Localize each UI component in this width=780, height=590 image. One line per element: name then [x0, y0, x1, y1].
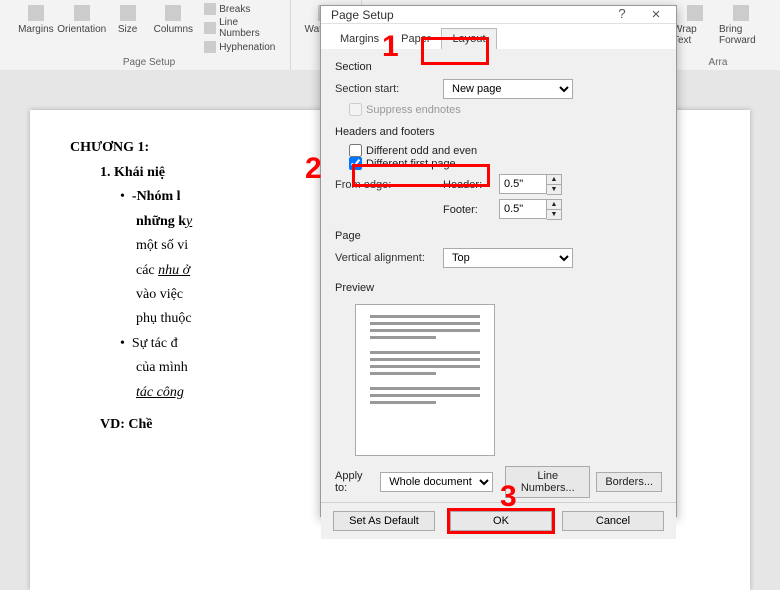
- close-icon[interactable]: ×: [642, 6, 670, 23]
- header-spinbox[interactable]: ▲▼: [499, 174, 562, 195]
- different-odd-even-checkbox[interactable]: [349, 144, 362, 157]
- size-icon: [120, 5, 136, 21]
- chevron-down-icon[interactable]: ▼: [547, 185, 561, 194]
- from-edge-label: From edge:: [335, 179, 435, 191]
- dialog-titlebar[interactable]: Page Setup ? ×: [321, 6, 676, 24]
- ribbon-group-arrange: Wrap Text Bring Forward Arra: [664, 0, 772, 72]
- headers-footers-heading: Headers and footers: [335, 126, 662, 138]
- apply-to-select[interactable]: Whole document: [380, 472, 493, 492]
- chevron-up-icon[interactable]: ▲: [547, 200, 561, 210]
- different-first-page-checkbox[interactable]: [349, 157, 362, 170]
- dialog-tabs: Margins Paper Layout: [321, 24, 676, 49]
- page-heading: Page: [335, 230, 662, 242]
- hyphenation-icon: [204, 41, 216, 53]
- footer-spinbox[interactable]: ▲▼: [499, 199, 562, 220]
- ribbon-group-label: Arra: [709, 57, 728, 68]
- columns-icon: [165, 5, 181, 21]
- help-icon[interactable]: ?: [608, 6, 636, 23]
- different-odd-even-label: Different odd and even: [366, 145, 477, 157]
- section-start-label: Section start:: [335, 83, 435, 95]
- orientation-button[interactable]: Orientation: [60, 2, 104, 54]
- breaks-icon: [204, 3, 216, 15]
- dialog-title: Page Setup: [331, 8, 394, 22]
- bring-forward-icon: [733, 5, 749, 21]
- page-setup-dialog: Page Setup ? × Margins Paper Layout Sect…: [320, 5, 677, 517]
- apply-to-label: Apply to:: [335, 470, 374, 494]
- preview-box: [355, 304, 495, 456]
- ok-button[interactable]: OK: [450, 511, 552, 531]
- size-button[interactable]: Size: [106, 2, 150, 54]
- section-start-select[interactable]: New page: [443, 79, 573, 99]
- suppress-endnotes-label: Suppress endnotes: [366, 104, 461, 116]
- line-numbers-menu[interactable]: Line Numbers: [201, 16, 284, 40]
- header-input[interactable]: [499, 174, 547, 194]
- breaks-menu[interactable]: Breaks: [201, 2, 284, 16]
- line-numbers-icon: [204, 22, 216, 34]
- section-heading: Section: [335, 61, 662, 73]
- header-label: Header:: [443, 179, 491, 191]
- hyphenation-menu[interactable]: Hyphenation: [201, 40, 284, 54]
- borders-button[interactable]: Borders...: [596, 472, 662, 492]
- ribbon-group-label: Page Setup: [123, 57, 175, 68]
- line-numbers-button[interactable]: Line Numbers...: [505, 466, 590, 498]
- different-first-page-label: Different first page: [366, 158, 456, 170]
- vertical-alignment-label: Vertical alignment:: [335, 252, 435, 264]
- preview-heading: Preview: [335, 282, 662, 294]
- footer-input[interactable]: [499, 199, 547, 219]
- set-as-default-button[interactable]: Set As Default: [333, 511, 435, 531]
- wrap-text-button[interactable]: Wrap Text: [673, 2, 717, 46]
- footer-label: Footer:: [443, 204, 491, 216]
- bring-forward-button[interactable]: Bring Forward: [719, 2, 763, 46]
- margins-button[interactable]: Margins: [14, 2, 58, 54]
- suppress-endnotes-checkbox: [349, 103, 362, 116]
- ribbon-group-page-setup: Margins Orientation Size Columns Breaks …: [8, 0, 291, 72]
- margins-icon: [28, 5, 44, 21]
- tab-layout[interactable]: Layout: [441, 28, 496, 49]
- vertical-alignment-select[interactable]: Top: [443, 248, 573, 268]
- orientation-icon: [74, 5, 90, 21]
- wrap-text-icon: [687, 5, 703, 21]
- cancel-button[interactable]: Cancel: [562, 511, 664, 531]
- chevron-up-icon[interactable]: ▲: [547, 175, 561, 185]
- tab-paper[interactable]: Paper: [390, 28, 441, 49]
- tab-margins[interactable]: Margins: [329, 28, 390, 49]
- chevron-down-icon[interactable]: ▼: [547, 210, 561, 219]
- columns-button[interactable]: Columns: [151, 2, 195, 54]
